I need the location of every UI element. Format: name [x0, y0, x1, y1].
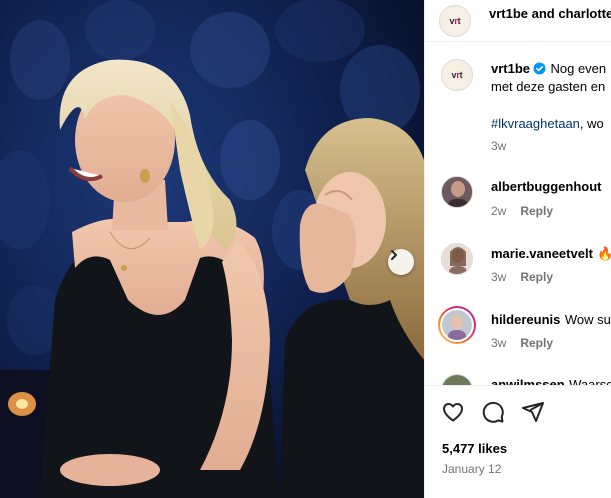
chevron-right-icon — [391, 250, 397, 260]
photo-image — [0, 0, 424, 498]
caption-text-3: , wo — [579, 116, 604, 131]
avatar-photo — [442, 244, 472, 274]
heart-icon — [443, 403, 463, 422]
author-avatar[interactable]: vrt — [439, 5, 471, 37]
comment-timestamp: 3w — [491, 336, 507, 350]
vrt-logo: vrt — [449, 16, 461, 26]
reply-button[interactable]: Reply — [520, 336, 553, 350]
caption-line-2: met deze gasten en — [491, 79, 606, 94]
comment-meta: 3w Reply — [491, 270, 553, 284]
caption-line-1: vrt1be Nog even — [491, 60, 606, 78]
story-ring[interactable] — [438, 306, 476, 344]
post-side-panel: vrt vrt1be and charlotte vrt vrt1be Nog … — [424, 0, 611, 498]
comment-meta: 3w Reply — [491, 336, 553, 350]
likes-count[interactable]: 5,477 likes — [442, 441, 507, 456]
post-header: vrt vrt1be and charlotte — [425, 0, 611, 42]
comment-username[interactable]: hildereunis — [491, 312, 560, 327]
comment-timestamp: 3w — [491, 270, 507, 284]
comment-username[interactable]: marie.vaneetvelt — [491, 246, 593, 261]
avatar-photo — [442, 310, 472, 342]
share-button[interactable] — [521, 400, 545, 429]
comment-avatar[interactable] — [441, 243, 473, 275]
avatar-photo — [442, 177, 472, 207]
caption-line-3: #lkvraaghetaan, wo — [491, 116, 604, 131]
reply-button[interactable]: Reply — [520, 270, 553, 284]
paper-plane-icon — [522, 402, 544, 422]
comment-line: hildereunis Wow su — [491, 311, 611, 329]
hashtag-link[interactable]: #lkvraaghetaan — [491, 116, 580, 131]
verified-badge-icon — [533, 62, 546, 75]
post-photo[interactable] — [0, 0, 424, 498]
comment-line: marie.vaneetvelt 🔥 — [491, 245, 611, 263]
post-actions: 5,477 likes January 12 — [425, 385, 611, 498]
post-date: January 12 — [442, 462, 502, 476]
comment-text: 🔥 — [597, 246, 611, 261]
comment-timestamp: 2w — [491, 204, 507, 218]
comment-button[interactable] — [481, 400, 505, 429]
caption-text-1: Nog even — [550, 61, 607, 76]
comment-username[interactable]: albertbuggenhout — [491, 179, 602, 194]
reply-button[interactable]: Reply — [520, 204, 553, 218]
comment-text: Wow su — [564, 312, 611, 327]
comment-icon — [482, 401, 504, 423]
caption-avatar[interactable]: vrt — [441, 59, 473, 91]
like-button[interactable] — [441, 400, 465, 429]
caption-username[interactable]: vrt1be — [491, 61, 530, 76]
post-header-title[interactable]: vrt1be and charlotte — [489, 6, 611, 21]
vrt-logo: vrt — [451, 70, 463, 80]
comment-meta: 2w Reply — [491, 204, 553, 218]
comment-avatar[interactable] — [441, 176, 473, 208]
next-image-button[interactable] — [388, 249, 414, 275]
caption-timestamp: 3w — [491, 139, 507, 153]
